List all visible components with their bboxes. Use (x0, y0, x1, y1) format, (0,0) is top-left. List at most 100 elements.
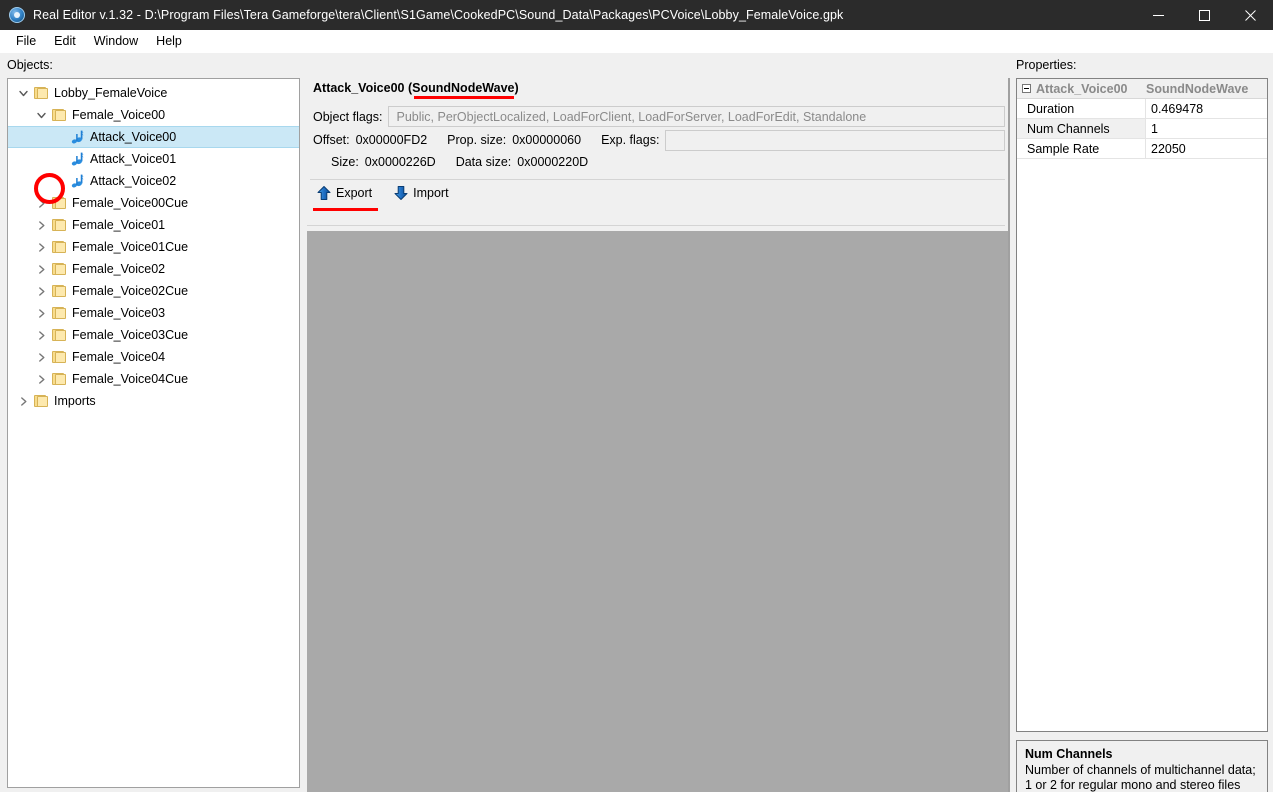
folder-icon (50, 346, 68, 368)
chevron-right-icon[interactable] (32, 324, 50, 346)
chevron-right-icon[interactable] (32, 280, 50, 302)
exp-flags-field[interactable] (665, 129, 1005, 151)
size-row: Size: 0x0000226D Data size: 0x0000220D (313, 151, 1005, 173)
tree-item-label: Female_Voice01Cue (72, 240, 189, 254)
tree-item-female_voice03[interactable]: Female_Voice03 (8, 302, 299, 324)
application-window: Real Editor v.1.32 - D:\Program Files\Te… (0, 0, 1273, 792)
tree-item-imports[interactable]: Imports (8, 390, 299, 412)
exp-flags-label: Exp. flags: (601, 133, 660, 147)
collapse-icon[interactable] (1017, 79, 1036, 99)
import-button-label: Import (413, 186, 449, 200)
chevron-right-icon[interactable] (32, 346, 50, 368)
prop-size-value: 0x00000060 (512, 133, 582, 147)
chevron-right-icon[interactable] (14, 390, 32, 412)
folder-icon (50, 324, 68, 346)
chevron-right-icon[interactable] (32, 236, 50, 258)
property-row[interactable]: Duration 0.469478 (1017, 99, 1267, 119)
chevron-right-icon[interactable] (32, 368, 50, 390)
object-flags-row: Object flags: Public, PerObjectLocalized… (313, 104, 1005, 129)
prop-size-label: Prop. size: (447, 133, 507, 147)
properties-group-header[interactable]: Attack_Voice00 SoundNodeWave (1017, 79, 1267, 99)
properties-group-name: Attack_Voice00 (1036, 81, 1128, 96)
tree-item-female_voice04[interactable]: Female_Voice04 (8, 346, 299, 368)
property-description-box: Num Channels Number of channels of multi… (1016, 740, 1268, 792)
main-body: Objects: Lobby_FemaleVoice Female_Voice00… (0, 53, 1273, 792)
object-class-label: (SoundNodeWave) (408, 81, 519, 99)
properties-grid[interactable]: Attack_Voice00 SoundNodeWave Duration 0.4… (1016, 78, 1268, 732)
menu-item-file[interactable]: File (7, 32, 45, 52)
properties-grid-filler (1017, 159, 1267, 731)
folder-icon (32, 82, 50, 104)
tree-item-label: Female_Voice03Cue (72, 328, 189, 342)
tree-item-female_voice00cue[interactable]: Female_Voice00Cue (8, 192, 299, 214)
red-underline-export (313, 207, 379, 211)
tree-item-female_voice04cue[interactable]: Female_Voice04Cue (8, 368, 299, 390)
tree-item-attack_voice01[interactable]: Attack_Voice01 (8, 148, 299, 170)
export-button-label: Export (336, 186, 373, 200)
tree-item-female_voice02cue[interactable]: Female_Voice02Cue (8, 280, 299, 302)
chevron-down-icon[interactable] (14, 82, 32, 104)
object-flags-field[interactable]: Public, PerObjectLocalized, LoadForClien… (388, 106, 1005, 127)
properties-group-type: SoundNodeWave (1146, 81, 1249, 96)
folder-icon (50, 302, 68, 324)
menu-item-window[interactable]: Window (85, 32, 147, 52)
minimize-button[interactable] (1135, 0, 1181, 30)
menu-item-edit[interactable]: Edit (45, 32, 85, 52)
tree-item-female_voice02[interactable]: Female_Voice02 (8, 258, 299, 280)
tree-item-label: Attack_Voice02 (90, 174, 177, 188)
property-value[interactable]: 22050 (1146, 139, 1267, 158)
tree-item-female_voice03cue[interactable]: Female_Voice03Cue (8, 324, 299, 346)
export-button[interactable]: Export (313, 185, 379, 211)
vertical-splitter[interactable] (1008, 78, 1010, 792)
preview-canvas[interactable] (307, 231, 1008, 792)
property-value[interactable]: 1 (1146, 119, 1267, 138)
object-title: Attack_Voice00 (SoundNodeWave) (313, 81, 519, 99)
property-row[interactable]: Sample Rate 22050 (1017, 139, 1267, 159)
folder-icon (50, 280, 68, 302)
tree-item-label: Female_Voice04 (72, 350, 166, 364)
object-title-name: Attack_Voice00 (313, 81, 405, 95)
tree-item-label: Female_Voice01 (72, 218, 166, 232)
menu-item-help[interactable]: Help (147, 32, 191, 52)
chevron-down-icon[interactable] (32, 104, 50, 126)
size-label: Size: (331, 155, 359, 169)
tree-item-label: Female_Voice00Cue (72, 196, 189, 210)
tree-item-label: Female_Voice02Cue (72, 284, 189, 298)
app-circle-icon (9, 7, 25, 23)
property-name: Duration (1017, 99, 1146, 118)
chevron-right-icon[interactable] (32, 258, 50, 280)
import-button[interactable]: Import (394, 185, 449, 201)
property-row[interactable]: Num Channels 1 (1017, 119, 1267, 139)
offset-row: Offset: 0x00000FD2 Prop. size: 0x0000006… (313, 129, 1005, 151)
tree-item-label: Female_Voice02 (72, 262, 166, 276)
chevron-right-icon[interactable] (32, 192, 50, 214)
maximize-button[interactable] (1181, 0, 1227, 30)
property-value[interactable]: 0.469478 (1146, 99, 1267, 118)
folder-icon (50, 258, 68, 280)
tree-item-label: Lobby_FemaleVoice (54, 86, 168, 100)
chevron-right-icon[interactable] (32, 214, 50, 236)
tree-item-attack_voice02[interactable]: Attack_Voice02 (8, 170, 299, 192)
menu-bar: File Edit Window Help (0, 30, 1273, 53)
arrow-up-icon (317, 185, 331, 201)
chevron-right-icon[interactable] (32, 302, 50, 324)
objects-tree: Lobby_FemaleVoice Female_Voice00 Attack_Vo… (8, 79, 299, 412)
tree-item-female_voice00[interactable]: Female_Voice00 (8, 104, 299, 126)
folder-icon (32, 390, 50, 412)
toolbar-separator (307, 225, 1005, 226)
tree-item-female_voice01[interactable]: Female_Voice01 (8, 214, 299, 236)
objects-panel-label: Objects: (7, 58, 53, 72)
property-description-title: Num Channels (1025, 747, 1113, 761)
tree-item-label: Female_Voice04Cue (72, 372, 189, 386)
tree-item-lobby_femalevoice[interactable]: Lobby_FemaleVoice (8, 82, 299, 104)
tree-item-female_voice01cue[interactable]: Female_Voice01Cue (8, 236, 299, 258)
tree-item-attack_voice00[interactable]: Attack_Voice00 (8, 126, 299, 148)
objects-tree-panel[interactable]: Lobby_FemaleVoice Female_Voice00 Attack_Vo… (7, 78, 300, 788)
folder-icon (50, 236, 68, 258)
offset-value: 0x00000FD2 (355, 133, 428, 147)
close-button[interactable] (1227, 0, 1273, 30)
tree-item-label: Imports (54, 394, 96, 408)
